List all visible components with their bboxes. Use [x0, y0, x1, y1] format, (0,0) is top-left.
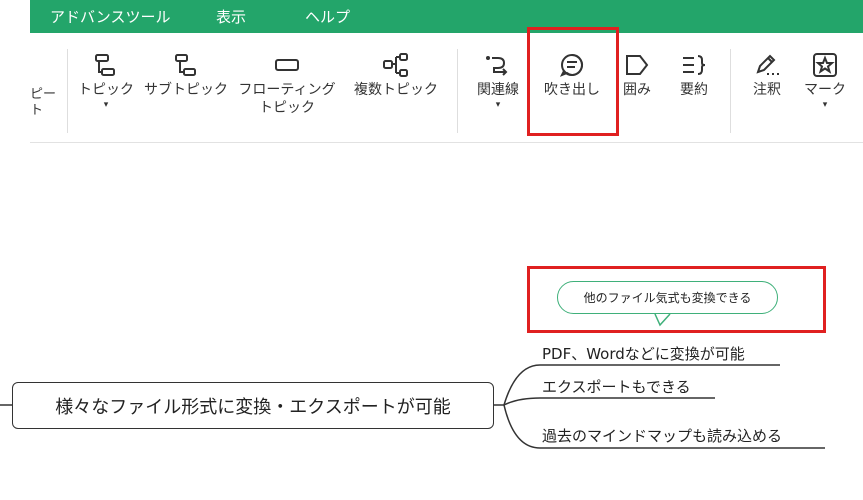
- toolbar-separator: [67, 49, 68, 133]
- relationship-dropdown-caret[interactable]: ▾: [465, 99, 531, 111]
- main-topic[interactable]: 様々なファイル形式に変換・エクスポートが可能: [12, 382, 494, 429]
- truncated-tool[interactable]: ピー ト: [30, 87, 56, 119]
- subtopic-icon: [142, 49, 230, 81]
- toolbar-separator: [730, 49, 731, 133]
- relationship-button[interactable]: 関連線 ▾: [465, 49, 531, 111]
- summary-button[interactable]: 要約: [670, 49, 718, 99]
- relationship-icon: [465, 49, 531, 81]
- multiple-topics-button[interactable]: 複数トピック: [348, 49, 444, 99]
- boundary-icon: [616, 49, 658, 81]
- callout-bubble-highlight: [527, 266, 826, 333]
- menu-view[interactable]: 表示: [216, 6, 246, 27]
- floating-topic-icon: [237, 49, 337, 81]
- menu-advanced-tools[interactable]: アドバンスツール: [50, 6, 170, 27]
- subtopic-import[interactable]: 過去のマインドマップも読み込める: [542, 425, 782, 446]
- topic-button[interactable]: トピック ▾: [74, 49, 138, 111]
- mark-dropdown-caret[interactable]: ▾: [800, 99, 850, 111]
- subtopic-convert[interactable]: PDF、Wordなどに変換が可能: [542, 343, 745, 364]
- menu-help[interactable]: ヘルプ: [305, 6, 350, 27]
- note-button[interactable]: 注釈: [742, 49, 792, 99]
- menu-bar: アドバンスツール 表示 ヘルプ: [30, 0, 863, 33]
- topic-dropdown-caret[interactable]: ▾: [74, 99, 138, 111]
- subtopic-button[interactable]: サブトピック: [142, 49, 230, 99]
- callout-tool-highlight: [527, 27, 619, 136]
- toolbar-separator: [457, 49, 458, 133]
- mark-button[interactable]: マーク ▾: [800, 49, 850, 111]
- floating-topic-button[interactable]: フローティング トピック: [237, 49, 337, 117]
- ribbon-toolbar: ピー ト トピック ▾ サブトピック フローティング トピック 複数トピック 関…: [30, 33, 863, 143]
- summary-icon: [670, 49, 718, 81]
- subtopic-export[interactable]: エクスポートもできる: [542, 376, 691, 397]
- boundary-button[interactable]: 囲み: [616, 49, 658, 99]
- pencil-icon: [742, 49, 792, 81]
- multiple-topics-icon: [348, 49, 444, 81]
- main-topic-label: 様々なファイル形式に変換・エクスポートが可能: [55, 396, 451, 418]
- star-badge-icon: [800, 49, 850, 81]
- topic-icon: [74, 49, 138, 81]
